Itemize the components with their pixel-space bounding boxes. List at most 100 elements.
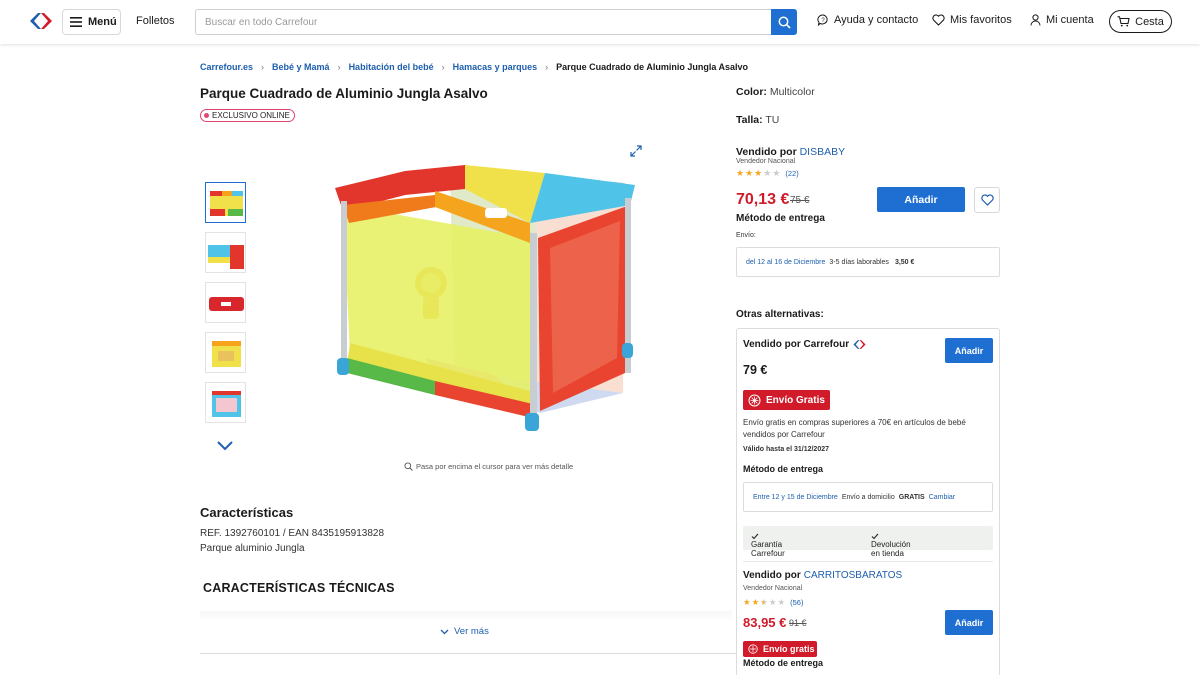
breadcrumb-item[interactable]: Bebé y Mamá: [272, 62, 330, 72]
star-icon: ★: [736, 168, 745, 178]
star-icon: ★: [768, 597, 777, 607]
carrefour-logo[interactable]: [28, 11, 54, 31]
hamburger-icon: [70, 17, 82, 27]
alt-delivery-option[interactable]: Entre 12 y 15 de Diciembre Envío a domic…: [743, 482, 993, 512]
cart-button[interactable]: Cesta: [1109, 10, 1172, 33]
site-header: Menú Folletos ? Ayuda y contacto Mis fav…: [0, 0, 1200, 44]
rating-count[interactable]: (22): [785, 169, 798, 178]
breadcrumb-current: Parque Cuadrado de Aluminio Jungla Asalv…: [556, 62, 749, 72]
search-input[interactable]: [196, 10, 772, 34]
star-icon: ★: [777, 597, 786, 607]
alt-delivery-method-title: Método de entrega: [743, 464, 824, 474]
favorites-link[interactable]: Mis favoritos: [932, 14, 1012, 26]
star-icon: ★: [743, 597, 751, 607]
product-main-image[interactable]: [325, 143, 647, 443]
breadcrumb: Carrefour.es › Bebé y Mamá › Habitación …: [200, 62, 748, 72]
folletos-link[interactable]: Folletos: [136, 15, 175, 27]
product-description: Parque aluminio Jungla: [200, 543, 305, 554]
free-shipping-badge: Envío Gratis: [743, 390, 830, 410]
chevron-down-icon[interactable]: [216, 440, 234, 451]
breadcrumb-item[interactable]: Hamacas y parques: [453, 62, 538, 72]
ver-mas-link[interactable]: Ver más: [440, 626, 489, 637]
delivery-cost: 3,50 €: [894, 258, 915, 266]
size-row: Talla: TU: [736, 114, 779, 126]
alt-delivery-type: Envío a domicilio: [841, 493, 895, 501]
favorites-label: Mis favoritos: [950, 14, 1012, 26]
change-link[interactable]: Cambiar: [929, 494, 955, 501]
thumbnail-4[interactable]: [205, 332, 246, 373]
alt-sold-by: Vendido por: [743, 570, 801, 581]
favorite-button[interactable]: [974, 187, 1000, 213]
seller-link[interactable]: DISBABY: [800, 146, 846, 158]
guarantee-item: Garantía Carrefour: [751, 533, 785, 558]
thumbnail-2[interactable]: [205, 232, 246, 273]
alt-seller-rating: ★ ★ ★ ★ ★ (56): [743, 597, 803, 608]
chevron-right-icon: ›: [545, 62, 549, 72]
seller-rating: ★ ★ ★ ★ ★ (22): [736, 168, 799, 179]
chevron-right-icon: ›: [441, 62, 445, 72]
cart-label: Cesta: [1135, 15, 1164, 28]
promo-valid-until: Válido hasta el 31/12/2027: [743, 446, 829, 453]
thumbnail-1[interactable]: [205, 182, 246, 223]
check-icon: [751, 533, 759, 540]
ver-mas-label: Ver más: [454, 626, 489, 637]
star-icon: ★: [745, 168, 754, 178]
divider: [743, 561, 993, 562]
add-to-cart-button[interactable]: Añadir: [877, 187, 965, 212]
alt-delivery-method-title: Método de entrega: [743, 658, 824, 668]
alt-seller-row: Vendido por Carrefour: [743, 339, 867, 350]
alt-delivery-cost: GRATIS: [898, 493, 925, 501]
alt-add-button[interactable]: Añadir: [945, 338, 993, 363]
alt-seller-link[interactable]: CARRITOSBARATOS: [804, 570, 902, 581]
expand-icon[interactable]: [630, 145, 642, 157]
account-label: Mi cuenta: [1046, 14, 1094, 26]
alt-rating-count[interactable]: (56): [790, 598, 803, 607]
exclusive-label: EXCLUSIVO ONLINE: [212, 111, 290, 120]
sold-by-label: Vendido por: [736, 146, 797, 158]
alt-add-button[interactable]: Añadir: [945, 610, 993, 635]
breadcrumb-item[interactable]: Carrefour.es: [200, 62, 253, 72]
heart-icon: [932, 14, 945, 26]
menu-button[interactable]: Menú: [62, 9, 121, 35]
breadcrumb-item[interactable]: Habitación del bebé: [349, 62, 434, 72]
star-icon: ★: [754, 168, 763, 178]
search-button[interactable]: [771, 9, 797, 35]
alt-free-shipping-badge: Envío gratis: [743, 641, 817, 657]
thumbnail-5[interactable]: [205, 382, 246, 423]
search-bar: [195, 9, 797, 35]
delivery-method-title: Método de entrega: [736, 213, 825, 224]
size-label: Talla:: [736, 114, 763, 126]
account-link[interactable]: Mi cuenta: [1030, 14, 1094, 26]
price: 70,13 €: [736, 191, 790, 208]
playpen-thumb-image: [209, 297, 244, 311]
alt-sold-by: Vendido por Carrefour: [743, 339, 850, 350]
divider: [200, 653, 736, 654]
hover-hint: Pasa por encima el cursor para ver más d…: [404, 462, 573, 471]
alt-old-price: 91 €: [789, 618, 807, 628]
guarantee-bar: Garantía Carrefour Devolución en tienda: [743, 526, 993, 558]
alt-delivery-dates: Entre 12 y 15 de Diciembre: [753, 493, 838, 501]
tech-specs-title: CARACTERÍSTICAS TÉCNICAS: [203, 581, 395, 595]
star-icon: ★: [751, 597, 760, 607]
search-icon: [778, 16, 791, 29]
help-link[interactable]: ? Ayuda y contacto: [817, 14, 918, 26]
alternatives-title: Otras alternativas:: [736, 309, 824, 320]
alt-seller-type: Vendedor Nacional: [743, 585, 803, 592]
half-star-icon: ★: [760, 597, 768, 607]
chat-help-icon: ?: [817, 14, 828, 26]
star-icon: ★: [763, 168, 772, 178]
delivery-days: 3-5 días laborables: [829, 258, 889, 266]
heart-icon: [980, 194, 994, 206]
playpen-thumb-image: [212, 341, 241, 367]
delivery-option[interactable]: del 12 al 16 de Diciembre 3-5 días labor…: [736, 247, 1000, 277]
color-row: Color: Multicolor: [736, 86, 815, 98]
return-label: Devolución en tienda: [871, 540, 911, 558]
zoom-icon: [404, 462, 413, 471]
thumbnail-3[interactable]: [205, 282, 246, 323]
exclusive-badge: EXCLUSIVO ONLINE: [200, 109, 295, 122]
chevron-right-icon: ›: [337, 62, 341, 72]
fade-overlay: [200, 611, 732, 621]
color-label: Color:: [736, 86, 767, 98]
shipping-label: Envío:: [736, 232, 756, 239]
product-title: Parque Cuadrado de Aluminio Jungla Asalv…: [200, 86, 488, 101]
